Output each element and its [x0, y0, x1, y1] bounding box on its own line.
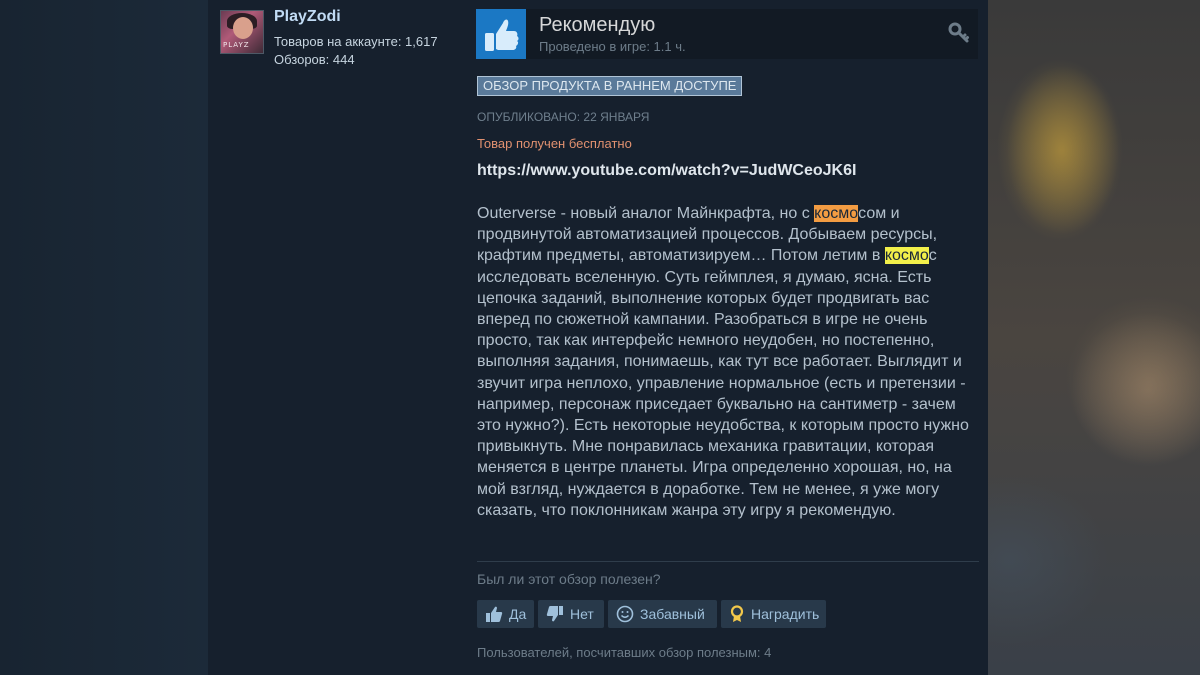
helpful-question: Был ли этот обзор полезен? — [477, 571, 661, 587]
key-icon — [948, 22, 970, 49]
vote-no-button[interactable]: Нет — [538, 600, 604, 628]
thumbs-down-icon — [546, 606, 563, 622]
background-right — [988, 0, 1200, 675]
review-text-part: Outerverse - новый аналог Майнкрафта, но… — [477, 205, 815, 222]
award-label: Наградить — [751, 606, 820, 622]
smiley-icon — [616, 605, 634, 623]
vote-yes-label: Да — [509, 606, 527, 622]
vote-funny-button[interactable]: Забавный — [608, 600, 717, 628]
avatar[interactable]: PLAYZ — [220, 10, 264, 54]
award-icon — [730, 605, 744, 622]
search-highlight: космо — [814, 205, 859, 222]
review-body: Outerverse - новый аналог Майнкрафта, но… — [477, 203, 969, 521]
award-button[interactable]: Наградить — [721, 600, 826, 628]
author-reviews-count[interactable]: Обзоров: 444 — [274, 52, 355, 67]
divider — [477, 561, 979, 562]
review-text-part: с исследовать вселенную. Суть геймплея, … — [477, 247, 969, 519]
vote-funny-label: Забавный — [640, 606, 705, 622]
background-left — [0, 0, 208, 675]
helpful-count: Пользователей, посчитавших обзор полезны… — [477, 645, 772, 660]
search-highlight-current: космо — [884, 247, 929, 265]
posted-date: ОПУБЛИКОВАНО: 22 ЯНВАРЯ — [477, 110, 650, 124]
early-access-badge: ОБЗОР ПРОДУКТА В РАННЕМ ДОСТУПЕ — [477, 76, 743, 96]
author-products-count[interactable]: Товаров на аккаунте: 1,617 — [274, 34, 438, 49]
thumbs-up-icon — [476, 9, 526, 59]
thumbs-up-icon — [486, 606, 503, 622]
review-verdict[interactable]: Рекомендую — [539, 14, 655, 37]
youtube-link[interactable]: https://www.youtube.com/watch?v=JudWCeoJ… — [477, 162, 856, 180]
vote-yes-button[interactable]: Да — [477, 600, 534, 628]
author-name[interactable]: PlayZodi — [274, 8, 341, 26]
playtime: Проведено в игре: 1.1 ч. — [539, 39, 686, 54]
vote-no-label: Нет — [570, 606, 594, 622]
free-product-notice: Товар получен бесплатно — [477, 136, 632, 151]
